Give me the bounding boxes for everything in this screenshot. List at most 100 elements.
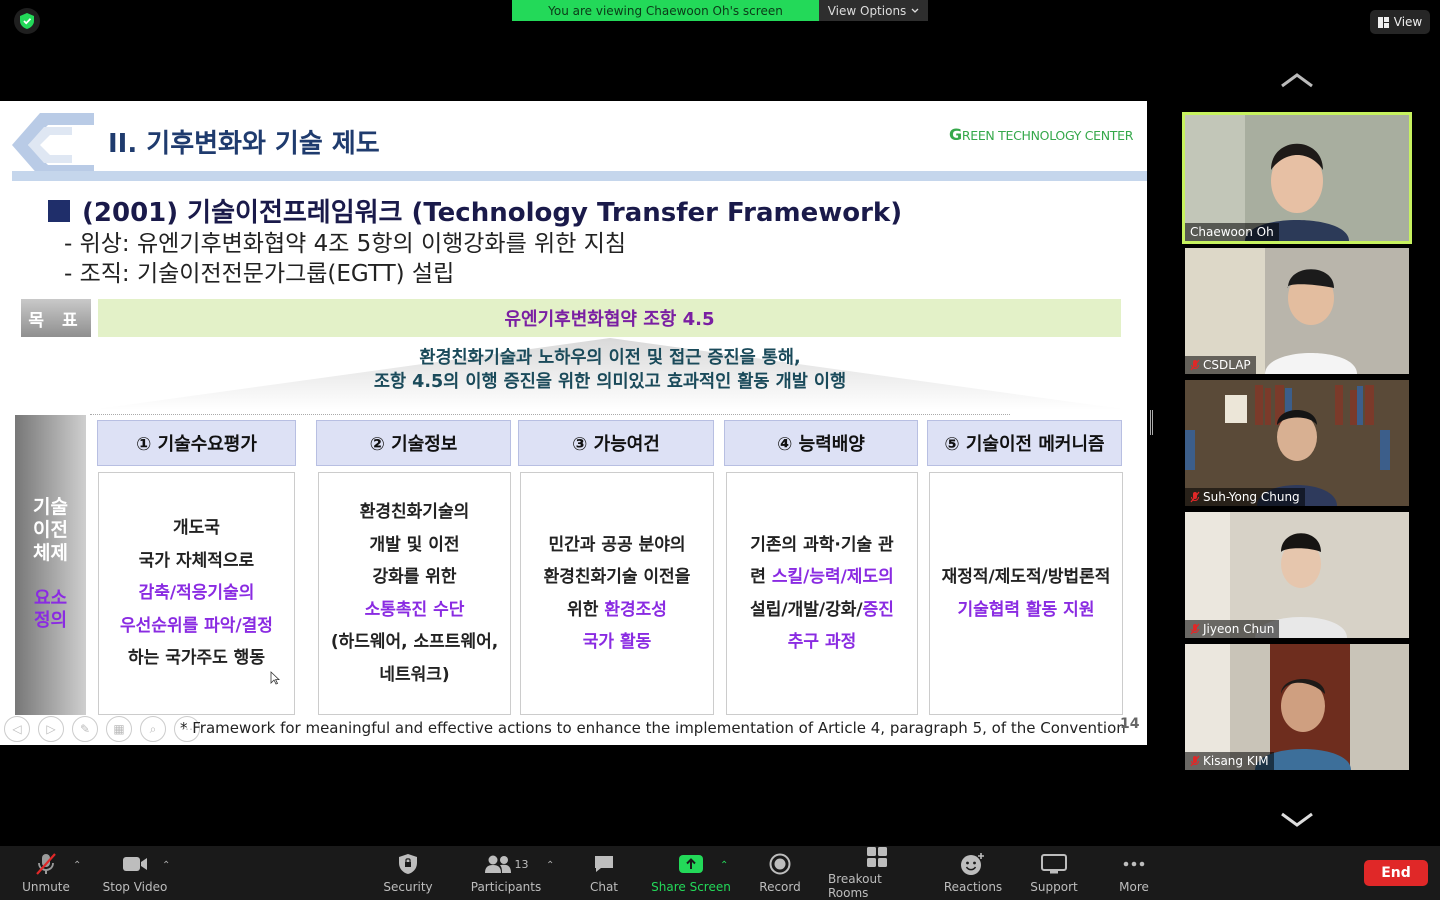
zoom-icon[interactable]: ⌕: [140, 716, 166, 742]
view-options-label: View Options: [827, 3, 907, 18]
title-underline: [12, 171, 1147, 181]
slides-grid-icon[interactable]: ▦: [106, 716, 132, 742]
share-options-caret-icon[interactable]: ⌃: [720, 860, 728, 871]
chat-bubble-icon: [595, 856, 613, 872]
framework-column-text: 개도국: [173, 518, 220, 539]
framework-column-text: 기존의 과학·기술 관: [750, 534, 894, 555]
framework-column-text: 련: [750, 567, 772, 587]
reactions-button[interactable]: Reactions: [943, 846, 1003, 900]
framework-column-text: 네트워크): [379, 664, 450, 685]
panel-resize-handle[interactable]: [1150, 410, 1153, 435]
breakout-rooms-icon: [867, 847, 887, 867]
record-icon: [769, 853, 791, 875]
video-camera-icon: [123, 857, 147, 871]
framework-column-header: ③ 가능여건: [518, 420, 714, 466]
framework-column-text: 위한: [567, 599, 605, 620]
share-screen-button[interactable]: Share Screen: [650, 846, 732, 900]
framework-column-text: 환경조성: [604, 599, 667, 620]
muted-microphone-icon: [36, 853, 56, 875]
chat-button[interactable]: Chat: [582, 846, 626, 900]
participant-name-label: CSDLAP: [1185, 356, 1256, 374]
muted-microphone-icon: [1190, 359, 1200, 371]
framework-column-body: 기존의 과학·기술 관련 스킬/능력/제도의 설립/개발/강화/증진 추구 과정: [726, 472, 918, 715]
grid-view-icon: [1377, 16, 1389, 28]
share-screen-icon: [679, 855, 703, 873]
end-meeting-button[interactable]: End: [1364, 860, 1428, 886]
breakout-rooms-button[interactable]: Breakout Rooms: [828, 846, 926, 900]
more-label: More: [1119, 880, 1149, 894]
chevron-down-icon[interactable]: [1280, 812, 1314, 828]
participant-video-tile[interactable]: Jiyeon Chun: [1185, 512, 1409, 638]
screen-share-banner: You are viewing Chaewoon Oh's screen Vie…: [512, 0, 928, 21]
framework-column-body: 민간과 공공 분야의환경친화기술 이전을위한 환경조성국가 활동: [520, 472, 714, 715]
security-label: Security: [383, 880, 433, 894]
participant-video-tile[interactable]: Chaewoon Oh: [1182, 112, 1412, 244]
system-label-line: 체제: [33, 542, 68, 564]
participant-name-label: Chaewoon Oh: [1185, 223, 1279, 241]
share-screen-label: Share Screen: [651, 880, 731, 894]
breakout-rooms-label: Breakout Rooms: [828, 872, 882, 900]
participant-name-label: Jiyeon Chun: [1185, 620, 1280, 638]
framework-column-text: 환경친화기술 이전을: [543, 567, 691, 587]
participants-options-caret-icon[interactable]: ⌃: [546, 860, 554, 871]
chat-label: Chat: [589, 880, 619, 894]
support-label: Support: [1030, 880, 1078, 894]
meeting-toolbar: Unmute Stop Video Security 13 Participan…: [0, 846, 1440, 900]
stop-video-label: Stop Video: [102, 880, 168, 894]
framework-column-body: 환경친화기술의 개발 및 이전 강화를 위한 소통촉진 수단 (하드웨어, 소프트웨어,…: [318, 472, 511, 715]
system-label-line: 기술: [33, 496, 68, 518]
element-definition-line: 요소: [33, 588, 68, 609]
audio-options-caret-icon[interactable]: ⌃: [73, 860, 81, 871]
prev-slide-icon[interactable]: ◁: [4, 716, 30, 742]
organization-line: - 조직: 기술이전전문가그룹(EGTT) 설립: [64, 261, 455, 287]
participant-video-tile[interactable]: CSDLAP: [1185, 248, 1409, 374]
participants-label: Participants: [470, 880, 542, 894]
participant-name-label: Kisang KIM: [1185, 752, 1274, 770]
chevron-down-icon: [911, 8, 919, 13]
view-button-label: View: [1393, 15, 1423, 29]
muted-microphone-icon: [1190, 755, 1200, 767]
encryption-shield-icon[interactable]: [14, 8, 40, 34]
framework-column-text: 하는 국가주도 행동: [128, 648, 265, 669]
framework-column-text: 민간과 공공 분야의: [548, 534, 686, 555]
framework-column-text: 국가 활동: [582, 632, 652, 652]
element-definition-label: 요소 정의: [15, 588, 86, 632]
participant-video-tile[interactable]: Suh-Yong Chung: [1185, 380, 1409, 506]
framework-column-text: 스킬/능력/제도의: [771, 567, 894, 587]
reactions-smiley-icon: [961, 853, 984, 875]
view-options-button[interactable]: View Options: [819, 0, 928, 21]
participant-video-tile[interactable]: Kisang KIM: [1185, 644, 1409, 770]
framework-column-body: 개도국 국가 자체적으로 감축/적응기술의 우선순위를 파악/결정 하는 국가주도 행동: [98, 472, 295, 715]
framework-column-text: (하드웨어, 소프트웨어,: [330, 632, 499, 652]
record-label: Record: [759, 880, 801, 894]
framework-column-text: 감축/적응기술의: [138, 583, 255, 604]
pen-icon[interactable]: ✎: [72, 716, 98, 742]
security-button[interactable]: Security: [375, 846, 441, 900]
bullet-square-icon: [48, 199, 70, 222]
support-button[interactable]: Support: [1026, 846, 1082, 900]
security-shield-icon: [399, 854, 417, 874]
record-button[interactable]: Record: [755, 846, 805, 900]
framework-column-header: ② 기술정보: [316, 420, 511, 466]
participants-icon: [484, 855, 511, 873]
support-screen-icon: [1041, 854, 1067, 874]
muted-microphone-icon: [1190, 491, 1200, 503]
green-technology-center-logo: GREEN TECHNOLOGY CENTER: [949, 125, 1134, 144]
participants-button[interactable]: 13 Participants: [466, 846, 546, 900]
goal-description: 환경친화기술과 노하우의 이전 및 접근 증진을 통해, 조항 4.5의 이행 …: [373, 348, 847, 392]
more-dots-icon: [1123, 861, 1145, 867]
mouse-cursor-icon: [270, 671, 280, 685]
chevron-up-icon[interactable]: [1280, 72, 1314, 88]
video-options-caret-icon[interactable]: ⌃: [162, 860, 170, 871]
more-button[interactable]: More: [1112, 846, 1156, 900]
next-slide-icon[interactable]: ▷: [38, 716, 64, 742]
view-button[interactable]: View: [1370, 10, 1430, 34]
unmute-button[interactable]: Unmute: [14, 846, 78, 900]
stop-video-button[interactable]: Stop Video: [98, 846, 172, 900]
zoom-window: You are viewing Chaewoon Oh's screen Vie…: [0, 0, 1440, 900]
framework-column-text: 추구 과정: [787, 632, 857, 652]
participant-name-label: Suh-Yong Chung: [1185, 488, 1305, 506]
framework-column-text: 환경친화기술의: [359, 502, 470, 522]
muted-microphone-icon: [1190, 623, 1200, 635]
framework-column-text: 설립/개발/강화/: [750, 599, 863, 620]
